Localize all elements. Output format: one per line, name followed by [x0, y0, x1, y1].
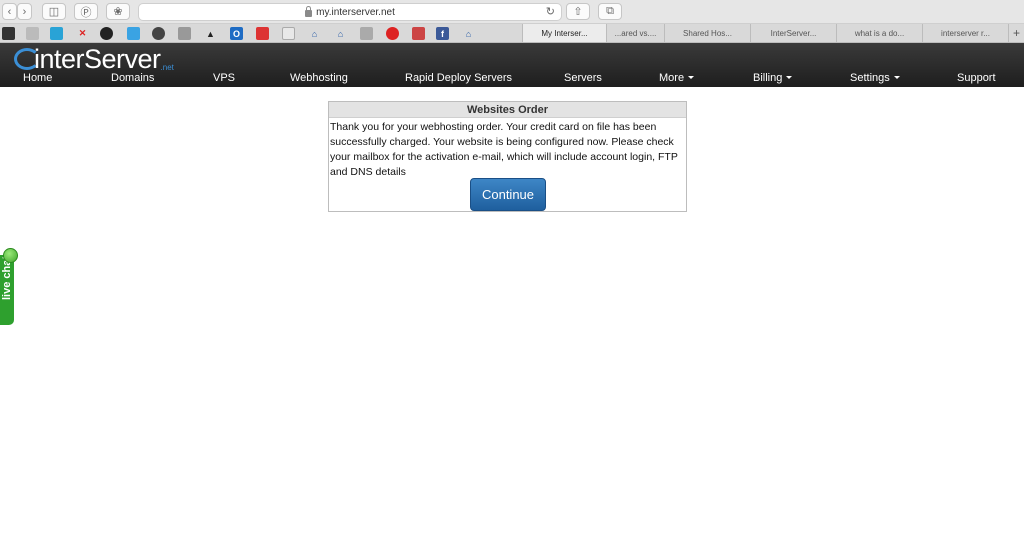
share-button[interactable]: ⇧: [566, 3, 590, 20]
bird-icon[interactable]: [100, 27, 113, 40]
nav-home[interactable]: Home: [23, 72, 52, 84]
home-icon[interactable]: ⌂: [462, 27, 475, 40]
image-icon[interactable]: [412, 27, 425, 40]
panel-title: Websites Order: [329, 102, 686, 118]
browser-tab[interactable]: InterServer...: [750, 24, 836, 42]
nav-webhosting[interactable]: Webhosting: [290, 72, 348, 84]
sidebar-icon: ◫: [48, 6, 60, 18]
apple-icon[interactable]: [386, 27, 399, 40]
plus-icon: +: [1012, 26, 1020, 40]
main-nav: Home Domains VPS Webhosting Rapid Deploy…: [0, 72, 1024, 87]
leaf-icon: ❀: [113, 6, 123, 18]
chevron-right-icon: ›: [22, 5, 27, 18]
mail-icon[interactable]: O: [230, 27, 243, 40]
home-icon[interactable]: ⌂: [308, 27, 321, 40]
nav-more[interactable]: More: [659, 72, 695, 84]
nav-support[interactable]: Support: [957, 72, 996, 84]
chevron-left-icon: ‹: [7, 5, 12, 18]
order-confirmation-panel: Websites Order Thank you for your webhos…: [328, 101, 687, 212]
logo-suffix: .net: [160, 63, 174, 72]
nav-rapid-deploy-servers[interactable]: Rapid Deploy Servers: [405, 72, 512, 84]
pinterest-icon: Ⓟ: [80, 6, 92, 19]
browser-tab[interactable]: interserver r...: [922, 24, 1008, 42]
logo-text: interServer: [34, 44, 161, 74]
lock-icon: [305, 5, 313, 17]
browser-tab[interactable]: what is a do...: [836, 24, 922, 42]
shield-icon[interactable]: [256, 27, 269, 40]
sidebar-button[interactable]: ◫: [42, 3, 66, 20]
share-icon: ⇧: [573, 6, 583, 18]
facebook-icon[interactable]: f: [436, 27, 449, 40]
url-bar[interactable]: my.interserver.net ↻: [138, 3, 562, 21]
live-chat-label: live chat: [1, 256, 13, 301]
tabs-icon: ⧉: [606, 5, 614, 17]
tab-overview-button[interactable]: ⧉: [598, 3, 622, 20]
circle-icon[interactable]: [26, 27, 39, 40]
caret-down-icon: [786, 76, 793, 79]
browser-tab[interactable]: ...ared vs....: [606, 24, 664, 42]
bookmarks-tab-bar: ✕ ▲ O ⌂ ⌂ f ⌂ My Interser... ...ared vs.…: [0, 24, 1024, 43]
caret-down-icon: [688, 76, 695, 79]
extension-button[interactable]: ❀: [106, 3, 130, 20]
reload-icon[interactable]: ↻: [546, 5, 555, 18]
continue-button[interactable]: Continue: [470, 178, 546, 211]
url-text: my.interserver.net: [316, 6, 395, 18]
browser-toolbar: ‹ › ◫ Ⓟ ❀ my.interserver.net ↻ ⇧ ⧉: [0, 0, 1024, 24]
back-button[interactable]: ‹: [2, 3, 17, 20]
forward-button[interactable]: ›: [17, 3, 32, 20]
layers-icon[interactable]: [2, 27, 15, 40]
nav-vps[interactable]: VPS: [213, 72, 235, 84]
hat-icon[interactable]: ▲: [204, 27, 217, 40]
browser-tab[interactable]: My Interser...: [522, 24, 606, 42]
close-icon[interactable]: ✕: [76, 27, 89, 40]
nav-servers[interactable]: Servers: [564, 72, 602, 84]
person-icon[interactable]: [152, 27, 165, 40]
home-icon[interactable]: ⌂: [334, 27, 347, 40]
file-icon[interactable]: [178, 27, 191, 40]
nav-billing[interactable]: Billing: [753, 72, 793, 84]
nav-settings[interactable]: Settings: [850, 72, 900, 84]
box-icon[interactable]: [360, 27, 373, 40]
doc-icon[interactable]: [282, 27, 295, 40]
site-header: interServer .net Home Domains VPS Webhos…: [0, 43, 1024, 87]
confirmation-message: Thank you for your webhosting order. You…: [330, 121, 678, 178]
browser-tab[interactable]: Shared Hos...: [664, 24, 750, 42]
site-logo[interactable]: interServer .net: [14, 44, 174, 74]
live-chat-tab[interactable]: live chat: [0, 255, 14, 325]
new-tab-button[interactable]: +: [1008, 24, 1024, 42]
nav-domains[interactable]: Domains: [111, 72, 154, 84]
gear-icon[interactable]: [127, 27, 140, 40]
online-status-icon: [3, 248, 18, 263]
caret-down-icon: [893, 76, 900, 79]
circle-icon[interactable]: [50, 27, 63, 40]
pinterest-button[interactable]: Ⓟ: [74, 3, 98, 20]
